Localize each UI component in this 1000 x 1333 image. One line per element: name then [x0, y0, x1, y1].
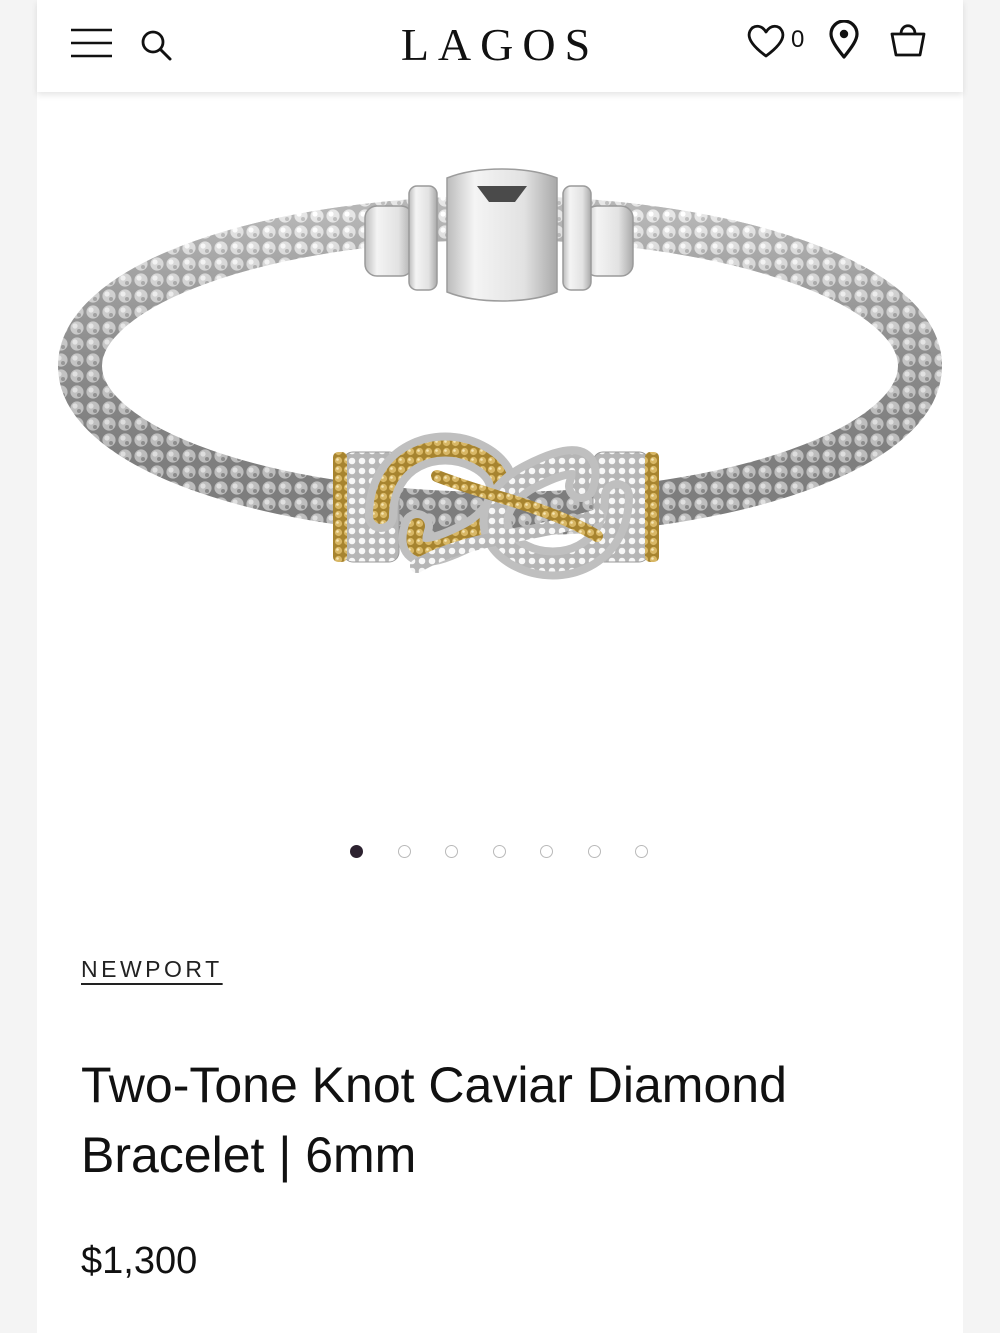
wishlist-count: 0: [791, 26, 805, 53]
collection-link[interactable]: NEWPORT: [81, 956, 223, 983]
bracelet-image: [58, 168, 942, 580]
heart-icon[interactable]: [745, 22, 787, 60]
gallery-dot-7[interactable]: [635, 845, 648, 858]
product-price: $1,300: [81, 1240, 198, 1282]
site-header: LAGOS 0: [37, 0, 963, 92]
gallery-dot-3[interactable]: [445, 845, 458, 858]
shopping-bag-icon[interactable]: [888, 21, 928, 59]
product-page: LAGOS 0 NEWPORT Two-Tone Knot Caviar Dia…: [37, 0, 963, 1333]
location-pin-icon[interactable]: [827, 19, 861, 60]
product-image-gallery[interactable]: [37, 96, 963, 786]
product-title: Two-Tone Knot Caviar Diamond Bracelet | …: [81, 1057, 787, 1183]
gallery-dot-4[interactable]: [492, 845, 506, 858]
brand-logo[interactable]: LAGOS: [37, 18, 963, 71]
gallery-dot-1[interactable]: [350, 845, 363, 858]
gallery-dot-2[interactable]: [397, 845, 411, 858]
gallery-dot-6[interactable]: [587, 845, 601, 858]
gallery-pagination: [37, 842, 963, 864]
gallery-dot-5[interactable]: [540, 845, 553, 858]
